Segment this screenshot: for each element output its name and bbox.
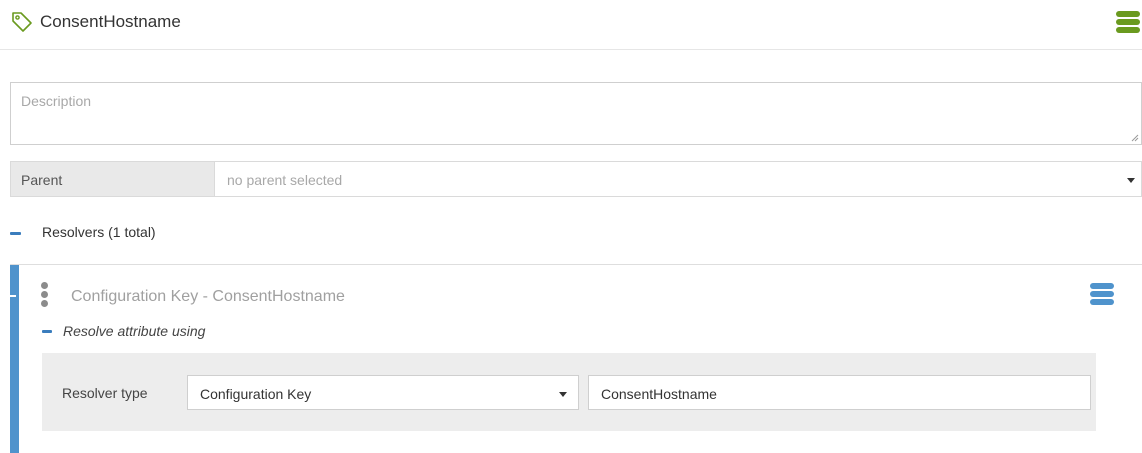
resolver-name: Configuration Key - ConsentHostname	[71, 288, 345, 305]
resolvers-heading: Resolvers (1 total)	[42, 224, 156, 240]
collapse-icon[interactable]	[42, 330, 52, 333]
hamburger-menu-icon[interactable]	[1089, 281, 1115, 307]
chevron-down-icon	[1127, 178, 1135, 183]
tag-icon	[12, 12, 32, 32]
collapse-icon[interactable]	[10, 295, 16, 297]
resize-handle-icon[interactable]	[1131, 134, 1139, 142]
resolver-card: Configuration Key - ConsentHostname Reso…	[10, 264, 1142, 453]
parent-label: Parent	[21, 172, 63, 188]
resolve-section-label: Resolve attribute using	[63, 323, 206, 339]
page-title: ConsentHostname	[40, 12, 181, 31]
resolver-type-value: Configuration Key	[200, 386, 312, 402]
card-accent-bar	[10, 265, 19, 453]
collapse-icon[interactable]	[10, 232, 21, 235]
resolver-type-label: Resolver type	[62, 385, 148, 401]
parent-select-value: no parent selected	[227, 172, 343, 188]
resolver-type-select[interactable]: Configuration Key	[187, 375, 579, 410]
resolver-panel: Resolver type Configuration Key ConsentH…	[42, 353, 1096, 431]
resolver-value-input[interactable]: ConsentHostname	[588, 375, 1091, 410]
drag-handle-icon[interactable]	[41, 282, 49, 308]
parent-select[interactable]: no parent selected	[214, 161, 1142, 197]
resolver-value-text: ConsentHostname	[601, 386, 717, 402]
chevron-down-icon	[559, 392, 567, 397]
description-field[interactable]: Description	[10, 82, 1142, 145]
page-header: ConsentHostname	[0, 0, 1142, 50]
description-placeholder: Description	[21, 93, 92, 109]
parent-label-box: Parent	[10, 161, 214, 197]
hamburger-menu-icon[interactable]	[1115, 9, 1141, 35]
